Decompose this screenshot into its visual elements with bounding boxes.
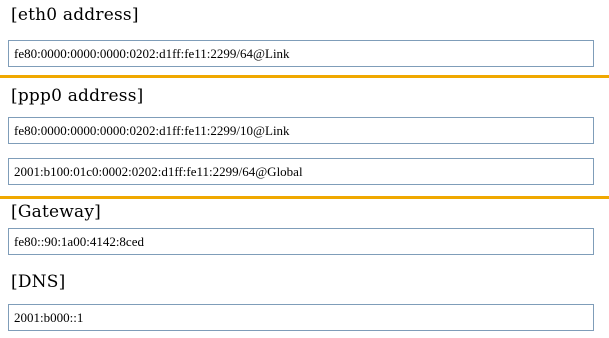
ppp0-address-field-global[interactable]: 2001:b100:01c0:0002:0202:d1ff:fe11:2299/… [8,158,594,185]
ppp0-address-field-link[interactable]: fe80:0000:0000:0000:0202:d1ff:fe11:2299/… [8,117,594,144]
dns-field[interactable]: 2001:b000::1 [8,304,594,331]
gateway-field[interactable]: fe80::90:1a00:4142:8ced [8,228,594,255]
gateway-label: [Gateway] [11,202,101,222]
highlight-divider-top [0,75,609,78]
highlight-divider-bottom [0,196,609,199]
eth0-address-field[interactable]: fe80:0000:0000:0000:0202:d1ff:fe11:2299/… [8,40,594,67]
eth0-address-label: [eth0 address] [11,5,139,25]
dns-label: [DNS] [11,272,66,292]
ppp0-address-label: [ppp0 address] [11,86,144,106]
